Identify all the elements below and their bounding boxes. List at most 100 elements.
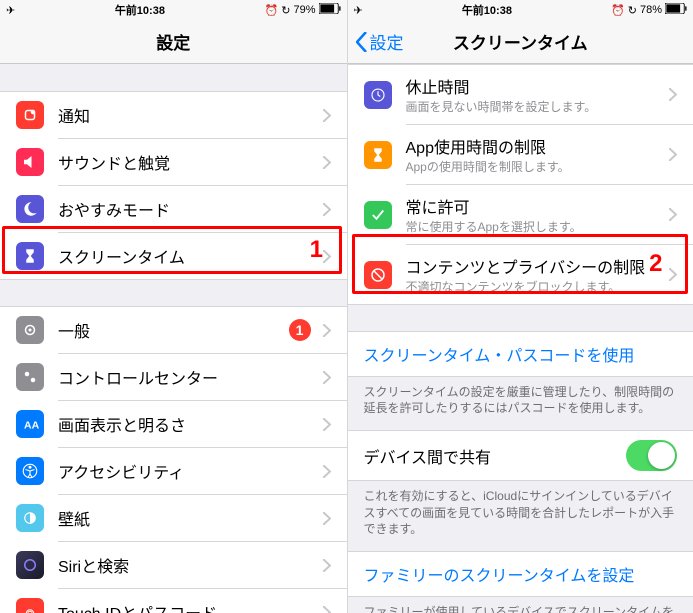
row-label: スクリーンタイム	[58, 244, 317, 268]
row-screentime[interactable]: スクリーンタイム	[0, 233, 347, 279]
row-app-limits[interactable]: App使用時間の制限 Appの使用時間を制限します。	[348, 125, 693, 184]
statusbar: ✈ 午前10:38 ⏰ ↻ 79%	[0, 0, 347, 20]
row-label: コントロールセンター	[58, 365, 317, 389]
chevron-right-icon	[323, 203, 331, 216]
link-label: スクリーンタイム・パスコードを使用	[364, 342, 678, 366]
nav-header: 設定	[0, 20, 347, 64]
airplane-icon: ✈	[354, 4, 363, 17]
hourglass-icon	[364, 141, 392, 169]
row-general[interactable]: 一般 1	[0, 307, 347, 353]
row-touchid[interactable]: Touch IDとパスコード	[0, 589, 347, 613]
nav-header: 設定 スクリーンタイム	[348, 20, 693, 64]
chevron-right-icon	[323, 109, 331, 122]
status-time: 午前10:38	[462, 2, 512, 18]
toggles-icon	[16, 363, 44, 391]
row-use-passcode[interactable]: スクリーンタイム・パスコードを使用	[348, 332, 693, 376]
row-sublabel: 画面を見ない時間帯を設定します。	[406, 100, 664, 115]
row-label: アクセシビリティ	[58, 459, 317, 483]
battery-percent: 78%	[640, 4, 662, 16]
row-label: Touch IDとパスコード	[58, 600, 317, 613]
svg-text:AA: AA	[24, 420, 39, 432]
row-sublabel: 不適切なコンテンツをブロックします。	[406, 280, 664, 295]
hourglass-icon	[16, 242, 44, 270]
chevron-right-icon	[669, 148, 677, 161]
row-label: 休止時間	[406, 74, 664, 98]
chevron-right-icon	[323, 512, 331, 525]
row-label: Siriと検索	[58, 553, 317, 577]
wallpaper-icon	[16, 504, 44, 532]
moon-icon	[16, 195, 44, 223]
share-toggle[interactable]	[626, 440, 677, 471]
chevron-right-icon	[323, 418, 331, 431]
chevron-right-icon	[323, 371, 331, 384]
row-label: 壁紙	[58, 506, 317, 530]
row-sublabel: Appの使用時間を制限します。	[406, 160, 664, 175]
display-icon: AA	[16, 410, 44, 438]
row-label: 一般	[58, 318, 289, 342]
passcode-group: スクリーンタイム・パスコードを使用	[348, 332, 693, 376]
back-label: 設定	[370, 29, 404, 54]
row-share-devices[interactable]: デバイス間で共有	[348, 431, 693, 480]
statusbar: ✈ 午前10:38 ⏰ ↻ 78%	[348, 0, 693, 20]
battery-icon	[665, 3, 687, 17]
screentime-group: 休止時間 画面を見ない時間帯を設定します。 App使用時間の制限 Appの使用時…	[348, 64, 693, 304]
alarm-icon: ⏰	[611, 4, 625, 17]
row-display[interactable]: AA 画面表示と明るさ	[0, 401, 347, 447]
badge-count: 1	[289, 319, 311, 341]
row-family-screentime[interactable]: ファミリーのスクリーンタイムを設定	[348, 552, 693, 596]
row-label: 常に許可	[406, 194, 664, 218]
family-note: ファミリーが使用しているデバイスでスクリーンタイムを使用するには"ファミリー共有…	[348, 596, 693, 613]
passcode-note: スクリーンタイムの設定を厳重に管理したり、制限時間の延長を許可したりするにはパス…	[348, 376, 693, 430]
chevron-right-icon	[669, 88, 677, 101]
row-label: おやすみモード	[58, 197, 317, 221]
row-control-center[interactable]: コントロールセンター	[0, 354, 347, 400]
row-siri[interactable]: Siriと検索	[0, 542, 347, 588]
share-group: デバイス間で共有	[348, 430, 693, 480]
row-downtime[interactable]: 休止時間 画面を見ない時間帯を設定します。	[348, 65, 693, 124]
row-dnd[interactable]: おやすみモード	[0, 186, 347, 232]
page-title: 設定	[156, 29, 190, 54]
chevron-right-icon	[323, 250, 331, 263]
row-label: コンテンツとプライバシーの制限	[406, 254, 664, 278]
back-button[interactable]: 設定	[356, 29, 404, 54]
settings-group-2: 一般 1 コントロールセンター AA 画面表示と明るさ アクセシビリティ	[0, 307, 347, 613]
row-label: 画面表示と明るさ	[58, 412, 317, 436]
settings-group-1: 通知 サウンドと触覚 おやすみモード スクリーンタイム	[0, 92, 347, 279]
link-label: ファミリーのスクリーンタイムを設定	[364, 562, 678, 586]
chevron-right-icon	[669, 208, 677, 221]
sound-icon	[16, 148, 44, 176]
accessibility-icon	[16, 457, 44, 485]
page-title: スクリーンタイム	[453, 29, 588, 54]
vibrate-icon: ↻	[281, 4, 290, 17]
row-sublabel: 常に使用するAppを選択します。	[406, 220, 664, 235]
share-note: これを有効にすると、iCloudにサインインしているデバイスすべての画面を見てい…	[348, 480, 693, 551]
row-content-privacy[interactable]: コンテンツとプライバシーの制限 不適切なコンテンツをブロックします。	[348, 245, 693, 304]
fingerprint-icon	[16, 598, 44, 613]
chevron-right-icon	[323, 156, 331, 169]
row-wallpaper[interactable]: 壁紙	[0, 495, 347, 541]
status-time: 午前10:38	[115, 2, 165, 18]
siri-icon	[16, 551, 44, 579]
chevron-right-icon	[669, 268, 677, 281]
notification-icon	[16, 101, 44, 129]
row-accessibility[interactable]: アクセシビリティ	[0, 448, 347, 494]
row-always-allow[interactable]: 常に許可 常に使用するAppを選択します。	[348, 185, 693, 244]
no-entry-icon	[364, 261, 392, 289]
right-screen: ✈ 午前10:38 ⏰ ↻ 78% 設定 スクリーンタイム 休止時間 画面を見な…	[347, 0, 693, 613]
left-screen: ✈ 午前10:38 ⏰ ↻ 79% 設定 通知 サウンドと触覚	[0, 0, 347, 613]
family-group: ファミリーのスクリーンタイムを設定	[348, 551, 693, 596]
row-sounds[interactable]: サウンドと触覚	[0, 139, 347, 185]
vibrate-icon: ↻	[628, 4, 637, 17]
row-label: サウンドと触覚	[58, 150, 317, 174]
battery-percent: 79%	[293, 4, 315, 16]
airplane-icon: ✈	[6, 4, 15, 17]
row-label: 通知	[58, 103, 317, 127]
checkmark-icon	[364, 201, 392, 229]
alarm-icon: ⏰	[265, 4, 279, 17]
chevron-right-icon	[323, 606, 331, 613]
clock-downtime-icon	[364, 81, 392, 109]
row-label: デバイス間で共有	[364, 444, 627, 468]
chevron-right-icon	[323, 324, 331, 337]
battery-icon	[319, 3, 341, 17]
row-notifications[interactable]: 通知	[0, 92, 347, 138]
